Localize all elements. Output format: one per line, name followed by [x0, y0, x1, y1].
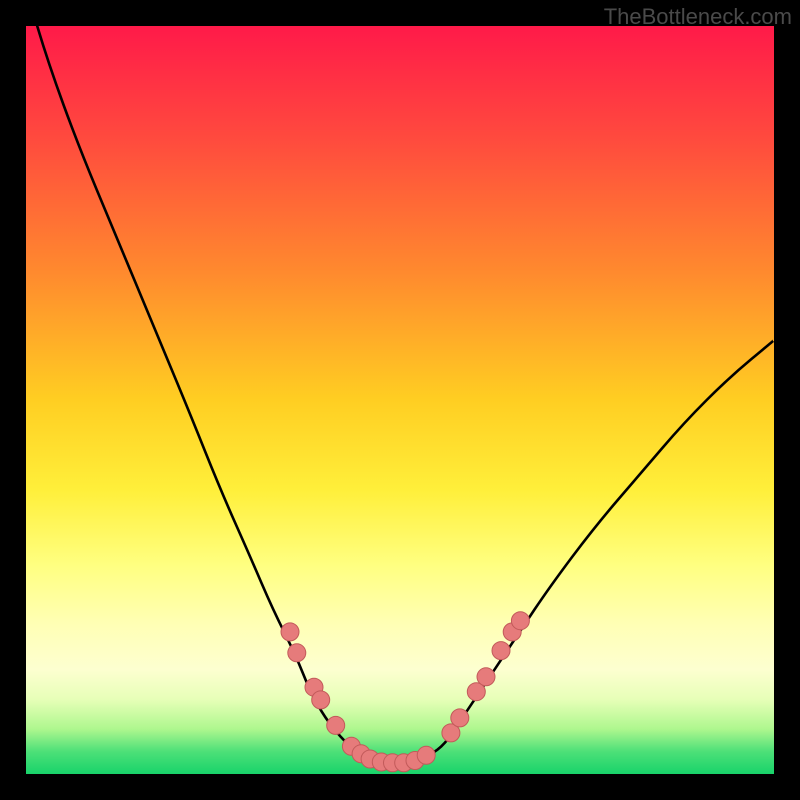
curve-marker [327, 716, 345, 734]
curve-svg [26, 26, 774, 774]
bottleneck-curve [26, 26, 774, 763]
curve-marker [312, 691, 330, 709]
curve-marker [288, 644, 306, 662]
watermark-text: TheBottleneck.com [604, 4, 792, 30]
curve-marker [477, 668, 495, 686]
curve-marker [511, 612, 529, 630]
curve-markers [281, 612, 529, 772]
curve-marker [451, 709, 469, 727]
curve-marker [281, 623, 299, 641]
curve-marker [492, 642, 510, 660]
curve-marker [417, 746, 435, 764]
chart-frame: TheBottleneck.com [0, 0, 800, 800]
plot-area [26, 26, 774, 774]
